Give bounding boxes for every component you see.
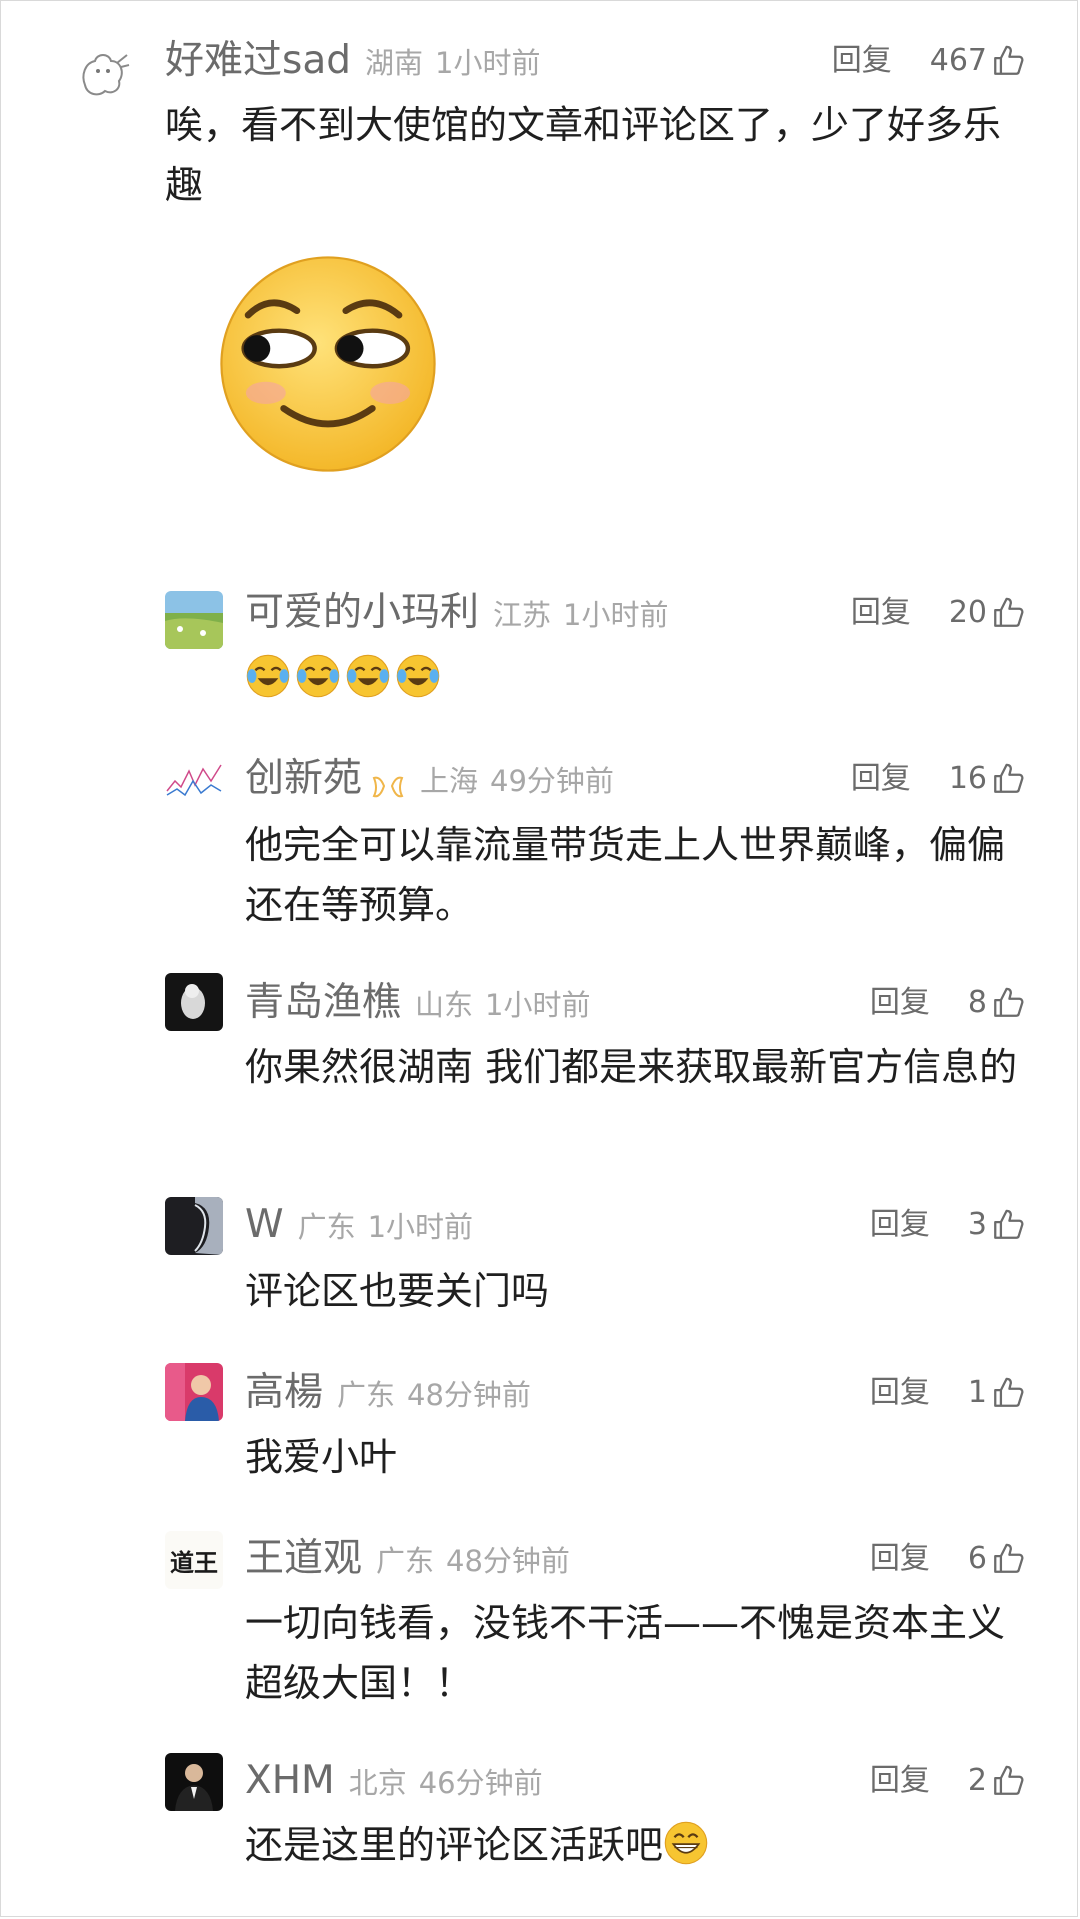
thumbs-up-icon[interactable] [991,1208,1025,1242]
thumbs-up-icon[interactable] [991,762,1025,796]
comment-list: 好难过sad 湖南 1小时前 回复 467 唉，看不到大使馆的文章和评论区了，少了好… [0,0,1078,1917]
comment-actions: 回复 16 [851,749,1025,809]
reply-button[interactable]: 回复 [832,31,892,91]
comment-text: 评论区也要关门吗 [245,1269,550,1313]
like-count: 3 [967,1207,987,1242]
username[interactable]: 可爱的小玛利 [245,590,479,635]
like-count: 16 [948,761,987,796]
avatar-text: 道王 [170,1548,218,1577]
reply-button[interactable]: 回复 [870,1195,930,1255]
user-avatar[interactable] [165,1197,223,1255]
smirk-emoji [217,253,439,475]
location: 广东 [337,1378,396,1412]
timestamp: 48分钟前 [446,1544,570,1578]
username[interactable]: 青岛渔樵 [245,980,401,1025]
timestamp: 48分钟前 [407,1378,531,1412]
user-avatar[interactable]: 道王 [165,1531,223,1589]
reply-button[interactable]: 回复 [870,1529,930,1589]
reply-button[interactable]: 回复 [870,1751,930,1811]
comment-meta: 可爱的小玛利 江苏 1小时前 [245,583,668,643]
thumbs-up-icon[interactable] [991,986,1025,1020]
thumbs-up-icon[interactable] [991,1542,1025,1576]
comment-meta: 创新苑 上海 49分钟前 [245,749,614,809]
reply-button[interactable]: 回复 [870,973,930,1033]
username[interactable]: XHM [245,1758,335,1803]
like-count: 1 [967,1375,987,1410]
user-avatar[interactable] [165,751,223,809]
comment-meta: 王道观 广东 48分钟前 [245,1529,570,1589]
timestamp: 46分钟前 [418,1766,543,1800]
comment-actions: 回复 2 [870,1751,1025,1811]
user-avatar[interactable] [71,41,135,105]
comment-text: 唉，看不到大使馆的文章和评论区了，少了好多乐趣 [165,103,1002,207]
reply-button[interactable]: 回复 [851,583,911,643]
timestamp: 49分钟前 [490,764,614,798]
vip-badge [372,776,404,797]
comment-text: 一切向钱看，没钱不干活——不愧是资本主义超级大国！！ [245,1601,1006,1705]
laugh-cry-emoji [346,654,390,698]
location: 北京 [348,1766,407,1800]
timestamp: 1小时前 [367,1210,474,1244]
comment-text: 我爱小叶 [245,1435,398,1479]
user-avatar[interactable] [165,973,223,1031]
location: 湖南 [364,46,423,80]
username[interactable]: 创新苑 [245,756,362,801]
comment-meta: 青岛渔樵 山东 1小时前 [245,973,590,1033]
reply-button[interactable]: 回复 [851,749,911,809]
like-count: 2 [967,1763,987,1798]
comment-text: 他完全可以靠流量带货走上人世界巅峰，偏偏还在等预算。 [245,823,1006,927]
laugh-cry-emoji [396,654,440,698]
location: 上海 [420,764,479,798]
reply-button[interactable]: 回复 [870,1363,930,1423]
thumbs-up-icon[interactable] [991,1376,1025,1410]
location: 江苏 [493,598,552,632]
timestamp: 1小时前 [485,988,591,1022]
thumbs-up-icon[interactable] [991,1764,1025,1798]
emoji-row [245,653,441,699]
username[interactable]: 王道观 [245,1536,362,1581]
comment-text-row: 还是这里的评论区活跃吧 [245,1815,1031,1875]
comment-meta: XHM 北京 46分钟前 [245,1751,543,1811]
user-avatar[interactable] [165,1363,223,1421]
grin-emoji [664,1821,708,1865]
like-count: 20 [948,595,987,630]
comment-meta: W 广东 1小时前 [245,1195,473,1255]
user-avatar[interactable] [165,1753,223,1811]
comment-actions: 回复 20 [851,583,1025,643]
thumbs-up-icon[interactable] [991,44,1025,78]
like-count: 6 [967,1541,987,1576]
comment-actions: 回复 6 [870,1529,1025,1589]
comment-actions: 回复 8 [870,973,1025,1033]
user-avatar[interactable] [165,591,223,649]
location: 广东 [376,1544,435,1578]
comment-actions: 回复 467 [832,31,1025,91]
username[interactable]: 高楊 [245,1370,323,1415]
timestamp: 1小时前 [563,598,669,632]
timestamp: 1小时前 [435,46,541,80]
comment-text: 还是这里的评论区活跃吧 [245,1823,664,1867]
username[interactable]: 好难过sad [165,38,351,83]
laugh-cry-emoji [296,654,340,698]
thumbs-up-icon[interactable] [991,596,1025,630]
location: 山东 [415,988,474,1022]
comment-meta: 好难过sad 湖南 1小时前 [165,31,540,91]
comment-meta: 高楊 广东 48分钟前 [245,1363,531,1423]
username[interactable]: W [245,1202,284,1247]
like-count: 467 [929,43,987,78]
comment-actions: 回复 1 [870,1363,1025,1423]
laugh-cry-emoji [246,654,290,698]
comment-actions: 回复 3 [870,1195,1025,1255]
like-count: 8 [967,985,987,1020]
location: 广东 [297,1210,356,1244]
comment-text: 你果然很湖南 我们都是来获取最新官方信息的 [245,1045,1018,1089]
